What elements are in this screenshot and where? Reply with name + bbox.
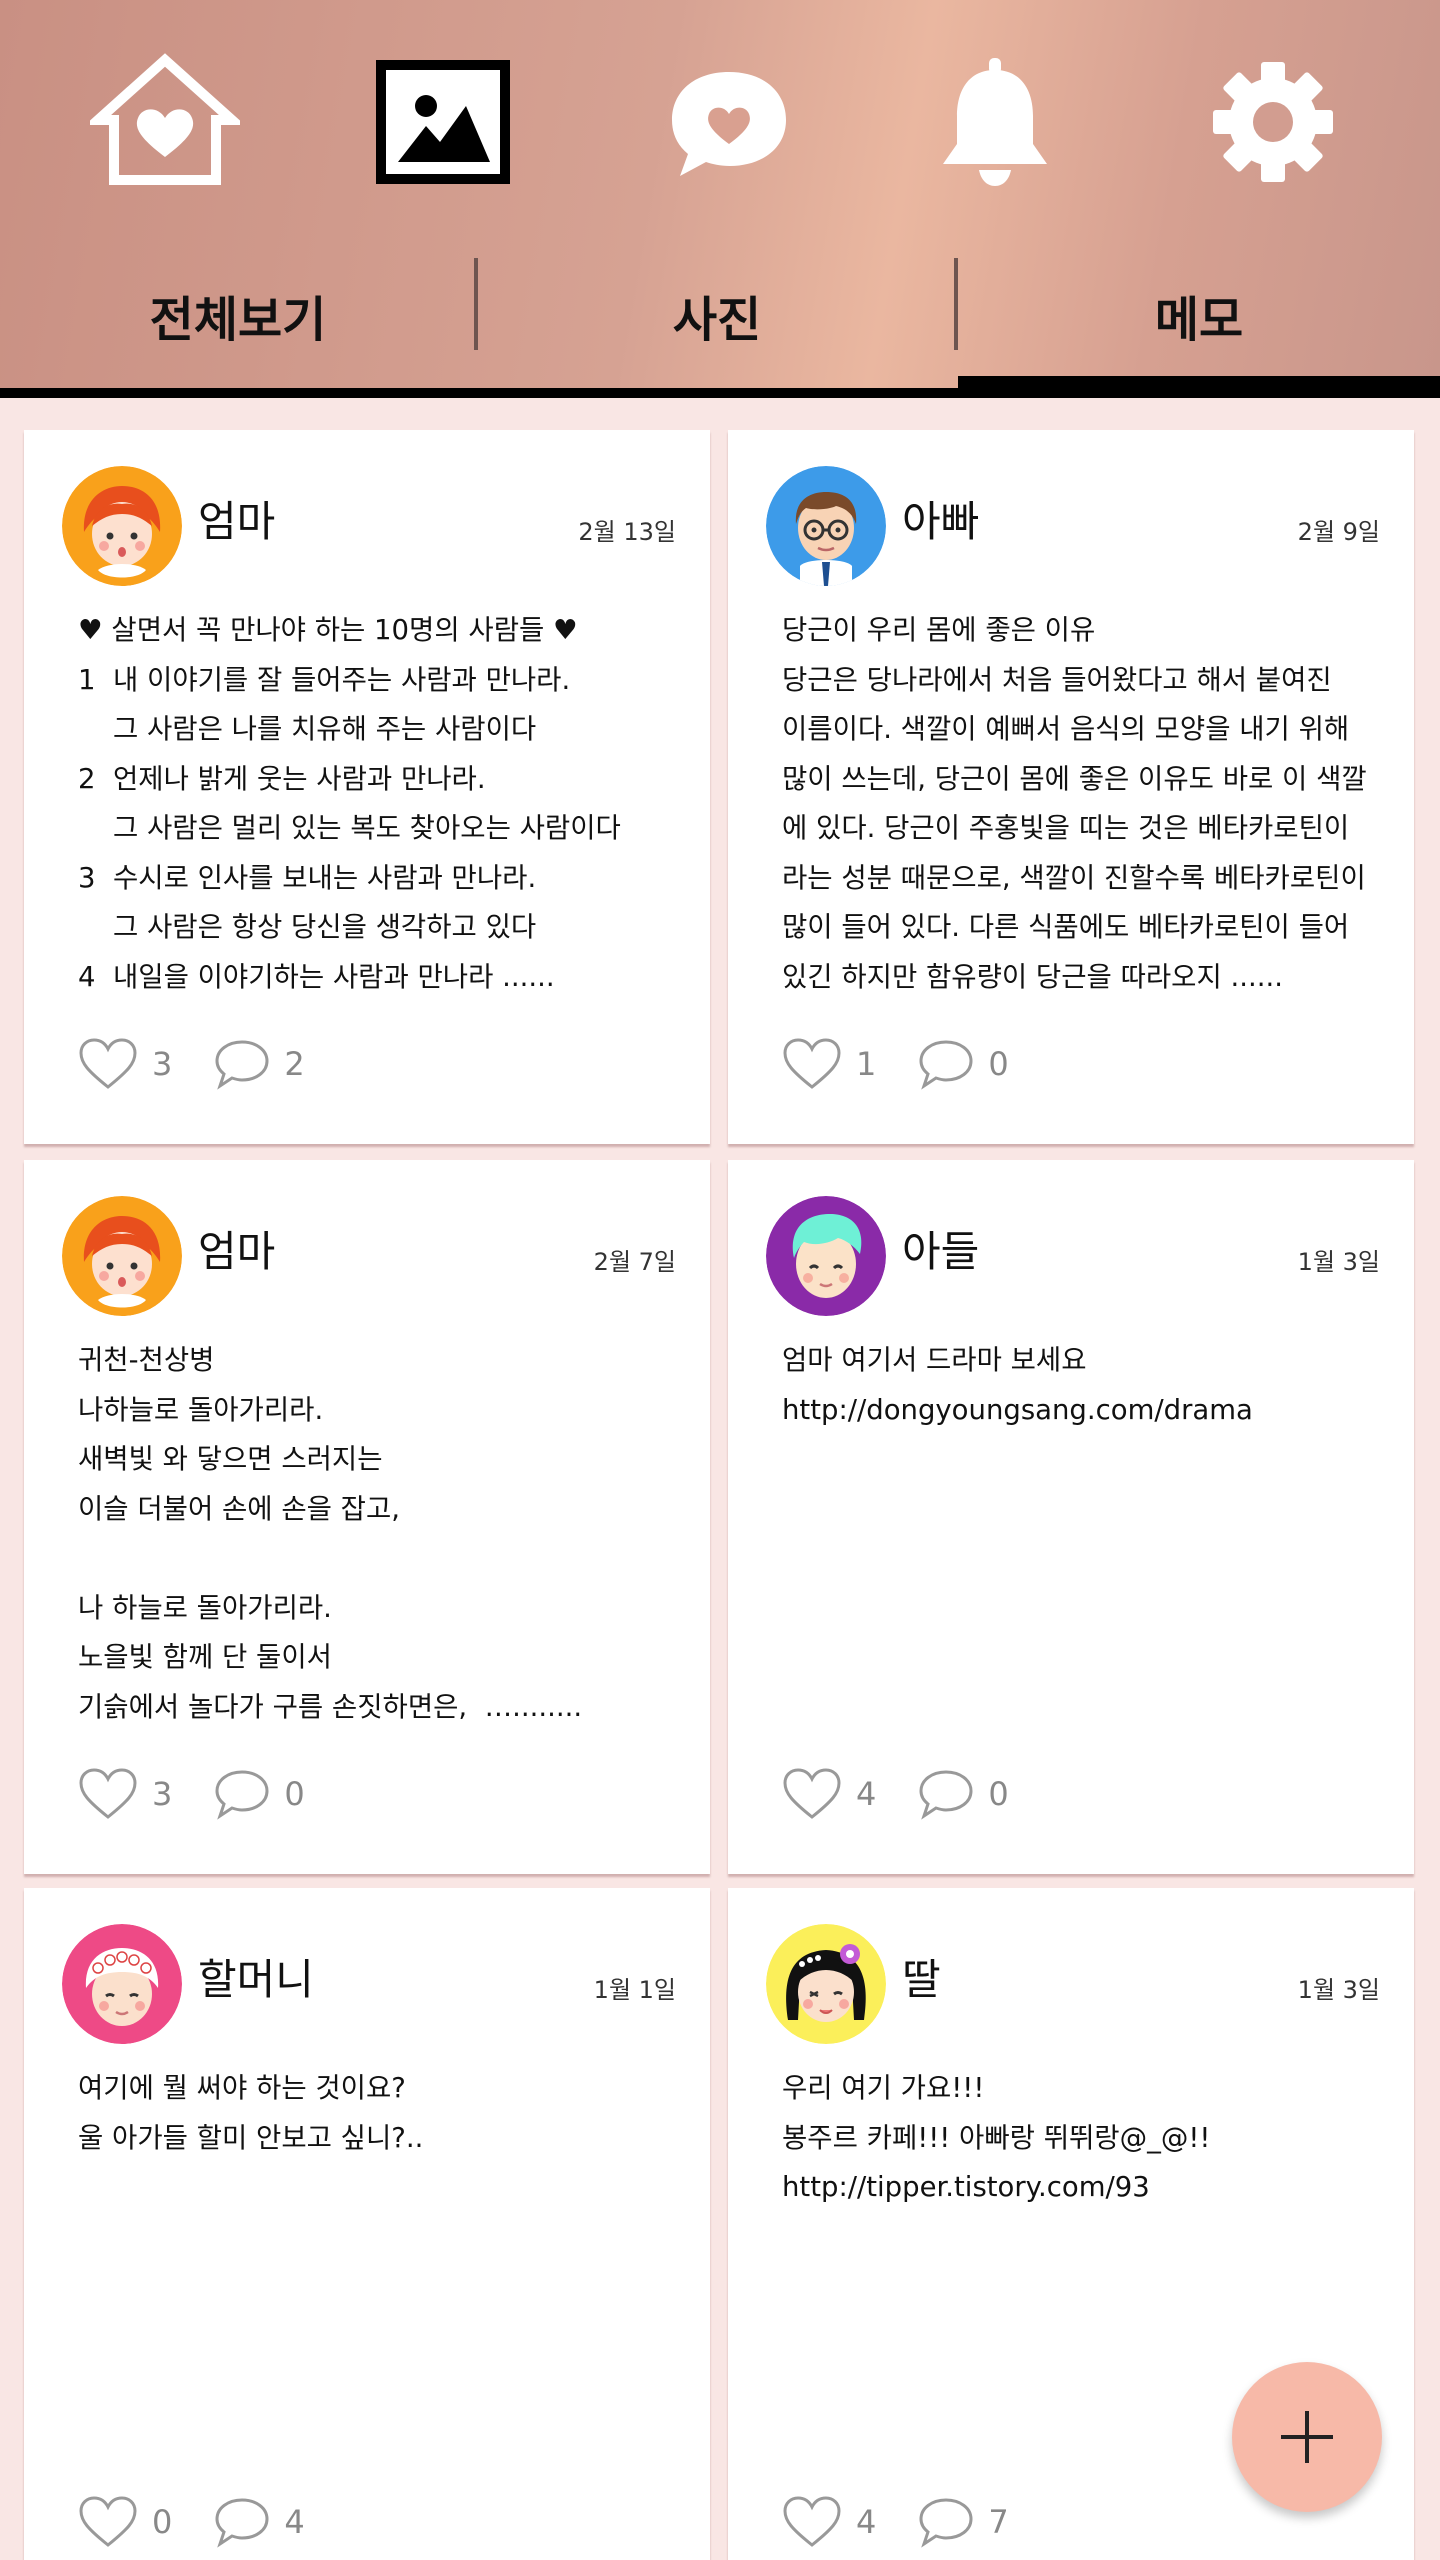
post-body: 당근이 우리 몸에 좋은 이유 당근은 당나라에서 처음 들어왔다고 해서 붙여…: [782, 614, 1367, 993]
post-stats: 3 0: [78, 1766, 305, 1822]
tab-memo[interactable]: 메모: [958, 240, 1440, 390]
post-date: 2월 7일: [593, 1248, 676, 1276]
post-stats: 3 2: [78, 1036, 305, 1092]
comment-bubble-icon: [215, 1770, 269, 1820]
post-date: 2월 13일: [578, 518, 676, 546]
post-body: 엄마 여기서 드라마 보세요 http://dongyoungsang.com/…: [782, 1344, 1253, 1426]
like-button[interactable]: 4: [782, 2495, 876, 2549]
comment-bubble-icon: [215, 1040, 269, 1090]
post-date: 1월 3일: [1297, 1976, 1380, 2004]
heart-outline-icon: [79, 1038, 137, 1089]
like-count: 0: [152, 2503, 173, 2541]
image-icon[interactable]: [368, 52, 518, 192]
home-heart-icon[interactable]: [90, 52, 240, 192]
active-tab-indicator: [958, 376, 1440, 398]
post-author: 엄마: [198, 1227, 276, 1276]
comment-bubble-icon: [919, 1770, 973, 1820]
comment-count: 7: [988, 2503, 1009, 2541]
post-author: 아들: [902, 1227, 980, 1276]
plus-icon: [1281, 2411, 1333, 2463]
like-button[interactable]: 4: [782, 1767, 876, 1821]
top-icon-bar: [0, 0, 1440, 240]
post-stats: 4 0: [782, 1766, 1009, 1822]
post-author: 할머니: [198, 1955, 314, 2004]
heart-outline-icon: [783, 1038, 841, 1089]
app-header: 전체보기 사진 메모: [0, 0, 1440, 398]
post-author: 딸: [902, 1955, 941, 2004]
post-date: 2월 9일: [1297, 518, 1380, 546]
comment-count: 0: [284, 1775, 305, 1813]
daughter-avatar[interactable]: [766, 1924, 886, 2044]
bell-icon[interactable]: [920, 52, 1070, 192]
post-stats: 1 0: [782, 1036, 1009, 1092]
post-date: 1월 3일: [1297, 1248, 1380, 1276]
tab-photos[interactable]: 사진: [478, 240, 956, 390]
comment-count: 4: [284, 2503, 305, 2541]
memo-card[interactable]: 할머니 1월 1일 여기에 뭘 써야 하는 것이요? 울 아가들 할미 안보고 …: [24, 1888, 710, 2560]
heart-outline-icon: [783, 2496, 841, 2547]
comment-button[interactable]: 7: [918, 2496, 1009, 2548]
post-body: ♥ 살면서 꼭 만나야 하는 10명의 사람들 ♥ 1 내 이야기를 잘 들어주…: [78, 614, 621, 993]
like-button[interactable]: 3: [78, 1767, 172, 1821]
heart-outline-icon: [79, 1768, 137, 1819]
post-author: 엄마: [198, 497, 276, 546]
like-count: 3: [152, 1775, 173, 1813]
comment-count: 0: [988, 1775, 1009, 1813]
post-body: 귀천-천상병 나하늘로 돌아가리라. 새벽빛 와 닿으면 스러지는 이슬 더불어…: [78, 1344, 583, 1723]
memo-card[interactable]: 엄마 2월 13일 ♥ 살면서 꼭 만나야 하는 10명의 사람들 ♥ 1 내 …: [24, 430, 710, 1144]
memo-card[interactable]: 엄마 2월 7일 귀천-천상병 나하늘로 돌아가리라. 새벽빛 와 닿으면 스러…: [24, 1160, 710, 1874]
comment-bubble-icon: [919, 1040, 973, 1090]
memo-card[interactable]: 아들 1월 3일 엄마 여기서 드라마 보세요 http://dongyoung…: [728, 1160, 1414, 1874]
post-date: 1월 1일: [593, 1976, 676, 2004]
post-stats: 0 4: [78, 2494, 305, 2550]
mom-avatar[interactable]: [62, 466, 182, 586]
mom-avatar[interactable]: [62, 1196, 182, 1316]
heart-outline-icon: [79, 2496, 137, 2547]
post-author: 아빠: [902, 497, 980, 546]
gear-icon[interactable]: [1198, 52, 1348, 192]
comment-button[interactable]: 2: [214, 1038, 305, 1090]
add-post-button[interactable]: [1232, 2362, 1382, 2512]
like-count: 4: [856, 1775, 877, 1813]
comment-bubble-icon: [215, 2498, 269, 2548]
comment-count: 0: [988, 1045, 1009, 1083]
like-count: 1: [856, 1045, 877, 1083]
tab-all[interactable]: 전체보기: [0, 240, 476, 390]
heart-outline-icon: [783, 1768, 841, 1819]
chat-heart-icon[interactable]: [654, 52, 804, 192]
comment-bubble-icon: [919, 2498, 973, 2548]
like-count: 3: [152, 1045, 173, 1083]
comment-count: 2: [284, 1045, 305, 1083]
post-body: 우리 여기 가요!!! 봉주르 카페!!! 아빠랑 뛰뛰랑@_@!! http:…: [782, 2072, 1211, 2203]
comment-button[interactable]: 0: [918, 1038, 1009, 1090]
dad-avatar[interactable]: [766, 466, 886, 586]
like-count: 4: [856, 2503, 877, 2541]
like-button[interactable]: 0: [78, 2495, 172, 2549]
post-body: 여기에 뭘 써야 하는 것이요? 울 아가들 할미 안보고 싶니?..: [78, 2072, 424, 2154]
son-avatar[interactable]: [766, 1196, 886, 1316]
comment-button[interactable]: 0: [214, 1768, 305, 1820]
comment-button[interactable]: 4: [214, 2496, 305, 2548]
tab-bar: 전체보기 사진 메모: [0, 240, 1440, 390]
post-stats: 4 7: [782, 2494, 1009, 2550]
grandma-avatar[interactable]: [62, 1924, 182, 2044]
like-button[interactable]: 1: [782, 1037, 876, 1091]
like-button[interactable]: 3: [78, 1037, 172, 1091]
comment-button[interactable]: 0: [918, 1768, 1009, 1820]
memo-card[interactable]: 아빠 2월 9일 당근이 우리 몸에 좋은 이유 당근은 당나라에서 처음 들어…: [728, 430, 1414, 1144]
